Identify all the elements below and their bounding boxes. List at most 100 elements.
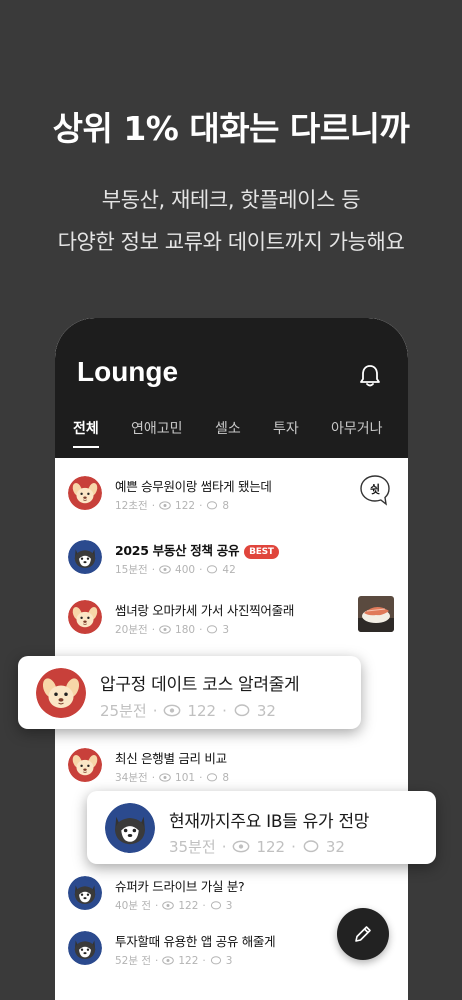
eye-icon (159, 773, 171, 782)
app-header: Lounge 전체 연애고민 셀소 투자 아무거나 (55, 318, 408, 458)
separator-dot: · (151, 771, 156, 784)
separator-dot: · (222, 701, 227, 720)
comment-icon (207, 501, 218, 510)
eye-icon (162, 956, 175, 965)
post-title: 투자할때 유용한 앱 공유 해줄게 (115, 934, 276, 949)
pencil-icon (355, 926, 371, 942)
post-time: 15분전 (115, 564, 148, 576)
separator-dot: · (221, 837, 227, 856)
post-time: 34분전 (115, 772, 148, 784)
eye-icon (159, 501, 171, 510)
featured-post-card[interactable]: 현재까지주요 IB들 유가 전망 35분전 · 122 · 32 (87, 791, 436, 864)
post-meta: 52분 전 · 122 · 3 (115, 953, 232, 968)
post-meta: 34분전 · 101 · 8 (115, 770, 229, 785)
separator-dot: · (155, 899, 159, 912)
promo-headline: 상위 1% 대화는 다르니까 (52, 109, 410, 148)
app-title: Lounge (77, 356, 179, 387)
post-title: 2025 부동산 정책 공유 (115, 543, 240, 558)
card-meta: 25분전 · 122 · 32 (100, 700, 276, 721)
post-title: 썸녀랑 오마카세 가서 사진찍어줄래 (115, 603, 295, 618)
comment-icon (303, 840, 319, 853)
post-meta: 40분 전 · 122 · 3 (115, 898, 232, 913)
separator-dot: · (202, 899, 206, 912)
comment-icon (210, 901, 221, 910)
comment-count: 32 (256, 701, 276, 720)
eye-icon (162, 901, 175, 910)
dog-avatar (68, 600, 102, 634)
dog-avatar (68, 748, 102, 782)
separator-dot: · (199, 771, 203, 784)
post-meta: 15분전 · 400 · 42 (115, 562, 236, 577)
separator-dot: · (199, 563, 203, 576)
post-time: 52분 전 (115, 955, 152, 967)
comment-count: 32 (325, 837, 345, 856)
comment-icon (207, 565, 218, 574)
post-meta: 12초전 · 122 · 8 (115, 498, 229, 513)
post-meta: 20분전 · 180 · 3 (115, 622, 229, 637)
card-title: 현재까지주요 IB들 유가 전망 (169, 812, 370, 832)
dog-avatar (36, 668, 86, 718)
tab-all[interactable]: 전체 (73, 418, 99, 448)
post-time: 20분전 (115, 624, 148, 636)
view-count: 122 (256, 837, 286, 856)
secret-bubble-icon: 쉿 (358, 473, 392, 507)
husky-avatar (68, 876, 102, 910)
post-title-row: 2025 부동산 정책 공유 BEST (115, 540, 279, 559)
separator-dot: · (151, 563, 156, 576)
bubble-text: 쉿 (370, 482, 380, 496)
list-item[interactable]: 썸녀랑 오마카세 가서 사진찍어줄래 20분전 · 180 · 3 (68, 596, 394, 650)
comment-count: 3 (222, 623, 230, 636)
featured-post-card[interactable]: 압구정 데이트 코스 알려줄게 25분전 · 122 · 32 (18, 656, 361, 729)
comment-icon (234, 704, 250, 717)
post-title: 슈퍼카 드라이브 가실 분? (115, 879, 245, 894)
eye-icon (159, 625, 171, 634)
post-time: 35분전 (169, 838, 216, 856)
comment-count: 42 (222, 563, 236, 576)
dog-avatar (68, 476, 102, 510)
view-count: 122 (187, 701, 217, 720)
comment-count: 8 (222, 499, 230, 512)
eye-icon (233, 840, 250, 853)
sushi-thumbnail (358, 596, 394, 632)
comment-count: 8 (222, 771, 230, 784)
separator-dot: · (199, 623, 203, 636)
promo-subline-2: 다양한 정보 교류와 데이트까지 가능해요 (57, 230, 405, 254)
comment-icon (207, 625, 218, 634)
husky-avatar (68, 931, 102, 965)
comment-icon (210, 956, 221, 965)
separator-dot: · (155, 954, 159, 967)
list-item[interactable]: 2025 부동산 정책 공유 BEST 15분전 · 400 · 42 (68, 540, 394, 590)
tab-investment[interactable]: 투자 (273, 418, 299, 446)
tab-love-advice[interactable]: 연애고민 (131, 418, 183, 446)
view-count: 122 (178, 899, 199, 912)
post-time: 12초전 (115, 500, 148, 512)
separator-dot: · (151, 499, 156, 512)
post-title: 최신 은행별 금리 비교 (115, 751, 227, 766)
card-title: 압구정 데이트 코스 알려줄게 (100, 675, 300, 695)
tab-anything[interactable]: 아무거나 (331, 418, 383, 446)
bell-icon[interactable] (356, 362, 384, 390)
comment-count: 3 (225, 899, 233, 912)
list-item[interactable]: 예쁜 승무원이랑 썸타게 됐는데 12초전 · 122 · 8 쉿 (68, 473, 394, 526)
post-time: 40분 전 (115, 900, 152, 912)
write-post-button[interactable] (337, 908, 389, 960)
view-count: 180 (175, 623, 196, 636)
husky-avatar (105, 803, 155, 853)
eye-icon (164, 704, 181, 717)
view-count: 122 (178, 954, 199, 967)
promo-subline-1: 부동산, 재테크, 핫플레이스 등 (101, 188, 361, 212)
tab-self-intro[interactable]: 셀소 (215, 418, 241, 446)
comment-icon (207, 773, 218, 782)
tab-bar: 전체 연애고민 셀소 투자 아무거나 (55, 418, 408, 458)
separator-dot: · (202, 954, 206, 967)
post-time: 25분전 (100, 702, 147, 720)
view-count: 400 (175, 563, 196, 576)
separator-dot: · (291, 837, 296, 856)
view-count: 101 (175, 771, 196, 784)
separator-dot: · (199, 499, 203, 512)
eye-icon (159, 565, 171, 574)
best-badge: BEST (244, 545, 279, 559)
husky-avatar (68, 540, 102, 574)
separator-dot: · (151, 623, 156, 636)
post-title: 예쁜 승무원이랑 썸타게 됐는데 (115, 479, 272, 494)
